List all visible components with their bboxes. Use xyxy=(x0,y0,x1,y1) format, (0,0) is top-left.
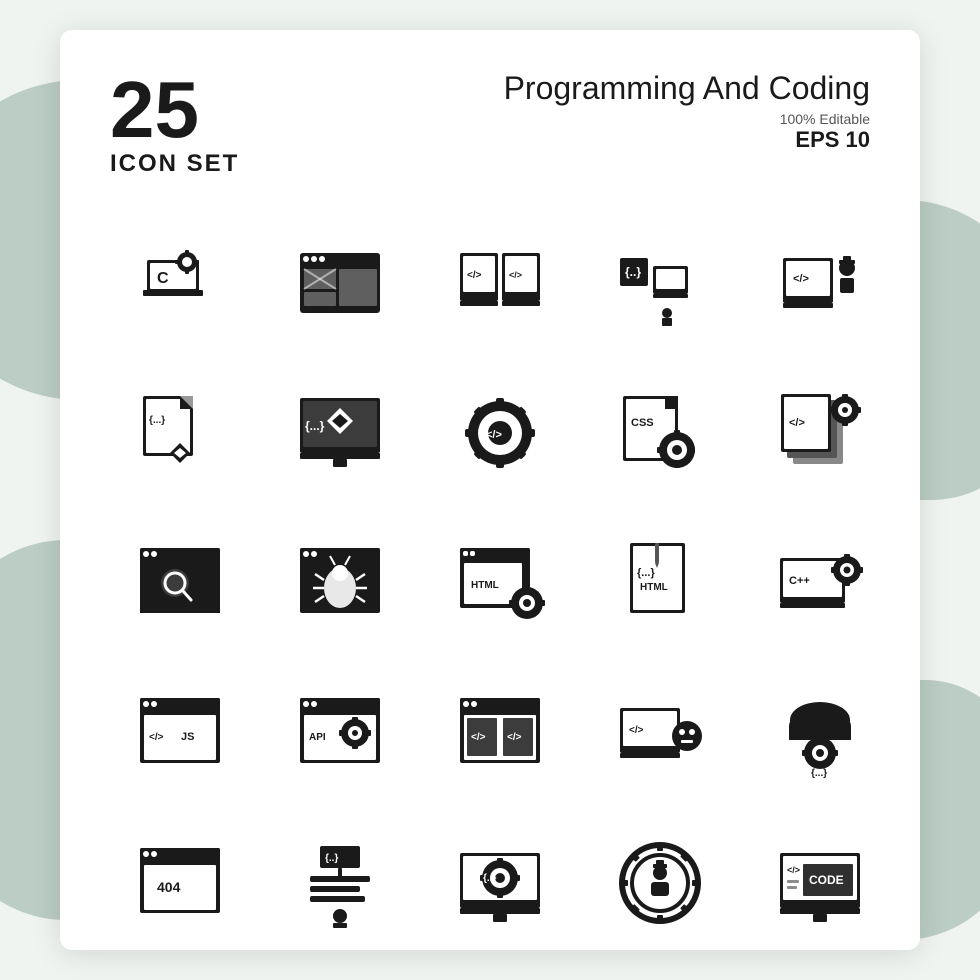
diamond-code-monitor-icon: {...} xyxy=(295,388,385,478)
icon-count: 25 xyxy=(110,70,239,150)
main-card: 25 ICON SET Programming And Coding 100% … xyxy=(60,30,920,950)
gear-person-icon xyxy=(615,838,705,928)
icon-web-layout xyxy=(270,218,410,348)
svg-text:CODE: CODE xyxy=(809,873,844,887)
svg-text:</>: </> xyxy=(629,725,644,736)
icons-grid: C xyxy=(110,218,870,948)
icon-code-file-diamond: {...} xyxy=(110,368,250,498)
icon-browser-search xyxy=(110,518,250,648)
code-monitor-final-icon: </> CODE xyxy=(775,838,865,928)
icon-css-settings: CSS xyxy=(590,368,730,498)
icon-robot-code: </> xyxy=(590,668,730,798)
icon-set-label: ICON SET xyxy=(110,150,239,178)
svg-text:</>: </> xyxy=(471,732,486,743)
icon-layers-gear: </> xyxy=(750,368,890,498)
svg-text:HTML: HTML xyxy=(640,582,668,593)
monitor-gear-icon: {..} xyxy=(455,838,545,928)
browser-search-icon xyxy=(135,538,225,628)
svg-text:CSS: CSS xyxy=(631,417,654,429)
svg-text:{...}: {...} xyxy=(637,567,655,579)
developer-code-icon: {..} xyxy=(295,838,385,928)
code-file-diamond-icon: {...} xyxy=(135,388,225,478)
svg-text:</>: </> xyxy=(789,417,805,429)
404-browser-icon: 404 xyxy=(135,838,225,928)
code-learning-icon: {..} xyxy=(615,238,705,328)
svg-text:{..}: {..} xyxy=(325,853,338,864)
svg-text:</>: </> xyxy=(507,732,522,743)
developer-monitor-icon: </> xyxy=(775,238,865,328)
svg-text:{...}: {...} xyxy=(305,419,325,433)
api-settings-icon: API xyxy=(295,688,385,778)
icon-dual-monitor: </> </> xyxy=(430,218,570,348)
code-gear-icon: </> xyxy=(455,388,545,478)
eps-label: EPS 10 xyxy=(504,127,870,153)
code-window-icon: </> </> xyxy=(455,688,545,778)
html-file-icon: {...} HTML xyxy=(615,538,705,628)
header-right: Programming And Coding 100% Editable EPS… xyxy=(504,70,870,153)
icon-html-file: {...} HTML xyxy=(590,518,730,648)
icon-code-gear: </> xyxy=(430,368,570,498)
icon-js-browser: </> JS xyxy=(110,668,250,798)
svg-text:</>: </> xyxy=(149,732,164,743)
icon-cpp-settings: C++ xyxy=(750,518,890,648)
svg-text:</>: </> xyxy=(787,865,800,875)
css-settings-icon: CSS xyxy=(615,388,705,478)
collection-title: Programming And Coding xyxy=(504,70,870,107)
icon-404-browser: 404 xyxy=(110,818,250,948)
icon-monitor-gear: {..} xyxy=(430,818,570,948)
icon-code-learning: {..} xyxy=(590,218,730,348)
js-browser-icon: </> JS xyxy=(135,688,225,778)
c-settings-icon: C xyxy=(135,238,225,328)
svg-text:C: C xyxy=(157,270,169,287)
icon-diamond-code-monitor: {...} xyxy=(270,368,410,498)
cloud-settings-icon: {...} xyxy=(775,688,865,778)
icon-bug-browser xyxy=(270,518,410,648)
svg-text:HTML: HTML xyxy=(471,580,499,591)
svg-text:{...}: {...} xyxy=(149,415,165,426)
icon-developer-code: {..} xyxy=(270,818,410,948)
icon-gear-person xyxy=(590,818,730,948)
icon-code-monitor-final: </> CODE xyxy=(750,818,890,948)
icon-cloud-settings: {...} xyxy=(750,668,890,798)
layers-gear-icon: </> xyxy=(775,388,865,478)
robot-code-icon: </> xyxy=(615,688,705,778)
svg-text:{...}: {...} xyxy=(811,768,827,778)
dual-monitor-code-icon: </> </> xyxy=(455,238,545,328)
svg-text:</>: </> xyxy=(509,270,522,280)
svg-text:JS: JS xyxy=(181,731,194,743)
svg-text:{..}: {..} xyxy=(625,265,641,279)
svg-text:</>: </> xyxy=(467,270,482,281)
web-layout-icon xyxy=(295,238,385,328)
cpp-settings-icon: C++ xyxy=(775,538,865,628)
icon-code-window: </> </> xyxy=(430,668,570,798)
icon-developer-monitor: </> xyxy=(750,218,890,348)
svg-text:API: API xyxy=(309,732,326,743)
svg-text:{..}: {..} xyxy=(483,873,496,884)
bug-browser-icon xyxy=(295,538,385,628)
header: 25 ICON SET Programming And Coding 100% … xyxy=(110,70,870,178)
icon-html-settings: HTML xyxy=(430,518,570,648)
icon-c-settings: C xyxy=(110,218,250,348)
icon-api-settings: API xyxy=(270,668,410,798)
html-settings-icon: HTML xyxy=(455,538,545,628)
svg-text:C++: C++ xyxy=(789,575,810,587)
svg-text:</>: </> xyxy=(486,429,502,441)
header-left: 25 ICON SET xyxy=(110,70,239,178)
svg-text:404: 404 xyxy=(157,879,181,895)
svg-text:</>: </> xyxy=(793,273,809,285)
editable-label: 100% Editable xyxy=(504,111,870,127)
